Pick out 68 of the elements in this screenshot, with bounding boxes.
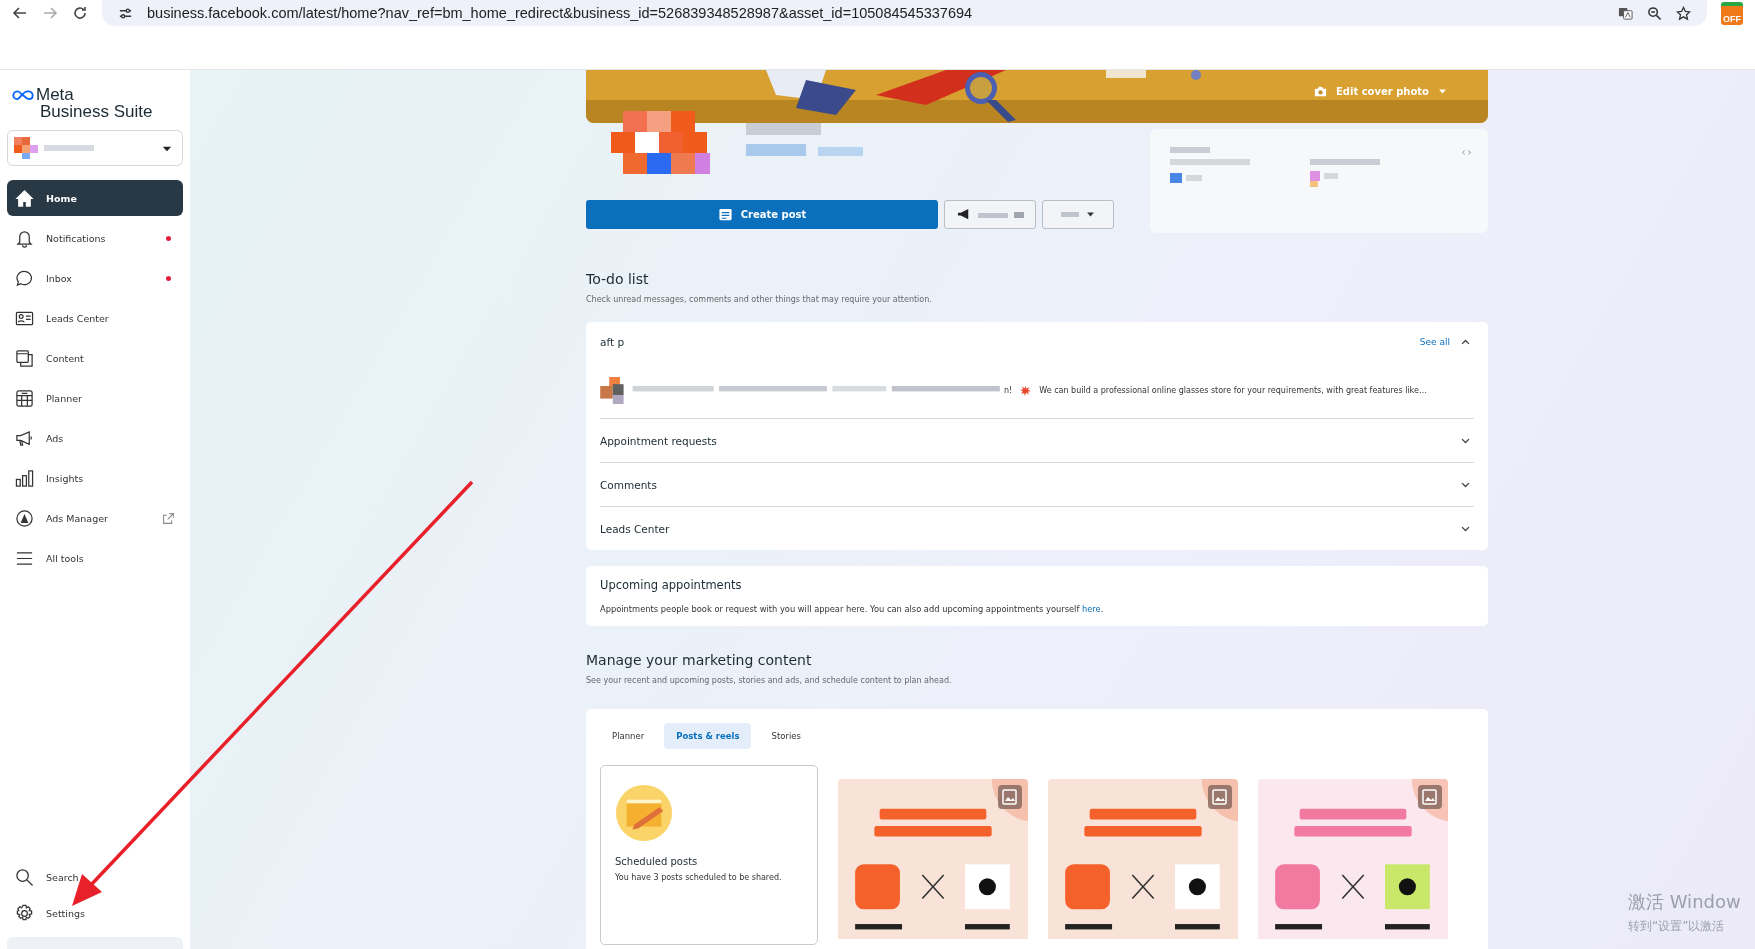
accordion-row[interactable]: Leads Center bbox=[600, 507, 1474, 550]
account-switcher[interactable] bbox=[7, 130, 183, 166]
section-subtitle: See your recent and upcoming posts, stories and ads, and schedule content to plan ahead. bbox=[586, 676, 953, 685]
see-all-link[interactable]: See all bbox=[1419, 337, 1450, 347]
nav-item[interactable]: Home bbox=[7, 180, 183, 216]
address-bar[interactable]: business.facebook.com/latest/home?nav_ref=bm_home_redirect&business_id=526839348528987&asset_id=105084545337694 bbox=[102, 0, 1707, 26]
nav-item[interactable]: Settings bbox=[7, 895, 183, 931]
pixelated-redaction bbox=[977, 211, 1024, 218]
nav-item[interactable]: Search bbox=[7, 859, 183, 895]
reload-icon[interactable] bbox=[72, 5, 88, 21]
nav-item[interactable]: Ads bbox=[7, 420, 183, 456]
image-icon bbox=[1208, 785, 1232, 809]
logo-text: Meta bbox=[36, 86, 74, 103]
section-title: To-do list bbox=[586, 271, 650, 287]
nav-item[interactable]: Ads Manager bbox=[7, 500, 183, 536]
redacted-button[interactable] bbox=[944, 200, 1036, 229]
image-icon bbox=[998, 785, 1022, 809]
settings-icon bbox=[15, 903, 34, 923]
nav-item[interactable]: Notifications bbox=[7, 220, 183, 256]
nav-item[interactable]: Leads Center bbox=[7, 300, 183, 336]
caret-icon bbox=[1437, 86, 1448, 97]
zoom-icon[interactable] bbox=[1647, 5, 1662, 21]
tab[interactable]: Planner bbox=[600, 723, 657, 749]
pencil-on-page-icon bbox=[615, 784, 673, 842]
activation-notice-title: 激活 Window bbox=[1628, 890, 1742, 914]
post-icon bbox=[717, 207, 733, 222]
nav-item[interactable]: Planner bbox=[7, 380, 183, 416]
burst-icon bbox=[1020, 384, 1032, 396]
card-text: You have 3 posts scheduled to be shared. bbox=[615, 873, 783, 882]
nav-item[interactable]: Content bbox=[7, 340, 183, 376]
nav-item[interactable]: Insights bbox=[7, 460, 183, 496]
card-title: Upcoming appointments bbox=[600, 578, 743, 592]
back-icon[interactable] bbox=[12, 5, 28, 21]
bar-chart-icon bbox=[15, 468, 34, 488]
image-icon bbox=[1418, 785, 1442, 809]
megaphone-icon bbox=[15, 428, 34, 448]
create-post-button[interactable]: Create post bbox=[586, 200, 938, 229]
activation-notice-text: 转到“设置”以激活 bbox=[1628, 918, 1726, 935]
card-title: Scheduled posts bbox=[615, 856, 699, 867]
logo-subtitle: Business Suite bbox=[39, 103, 154, 120]
infinity-logo-icon bbox=[12, 88, 34, 101]
pixelated-redaction bbox=[1060, 212, 1079, 217]
draft-text-fragment: n! bbox=[1004, 385, 1013, 395]
nav-item[interactable]: All tools bbox=[7, 540, 183, 576]
translate-icon[interactable] bbox=[1618, 5, 1633, 21]
nav-item[interactable]: Inbox bbox=[7, 260, 183, 296]
here-link[interactable]: here bbox=[1081, 604, 1101, 614]
caret-icon bbox=[1084, 209, 1096, 220]
star-icon[interactable] bbox=[1676, 5, 1691, 21]
section-title: Manage your marketing content bbox=[586, 652, 813, 668]
search-icon bbox=[15, 867, 34, 887]
draft-section-label: aft p bbox=[600, 336, 625, 348]
tab[interactable]: Posts & reels bbox=[664, 723, 752, 749]
draft-post-text: We can build a professional online glasses store for your requirements, with great features like… bbox=[1039, 385, 1427, 395]
section-subtitle: Check unread messages, comments and other things that may require your attention. bbox=[586, 295, 933, 304]
url-text: business.facebook.com/latest/home?nav_ref=bm_home_redirect&business_id=526839348528987&asset_id=105084545337694 bbox=[147, 5, 973, 21]
appointments-text: Appointments people book or request with you will appear here. You can also add upcoming appointments yourself here. bbox=[600, 604, 1105, 614]
scheduled-posts-card[interactable]: Scheduled posts You have 3 posts scheduled to be shared. bbox=[600, 765, 818, 945]
accordion-row[interactable]: Appointment requests bbox=[600, 419, 1474, 463]
bell-icon bbox=[15, 228, 34, 248]
home-icon bbox=[15, 188, 34, 208]
accordion-row[interactable]: Comments bbox=[600, 463, 1474, 507]
calendar-icon bbox=[15, 388, 34, 408]
draft-post-row[interactable]: n! We can build a professional online glasses store for your requirements, with great features like… bbox=[600, 362, 1474, 419]
stacked-pages-icon bbox=[15, 348, 34, 368]
speech-bubble-icon bbox=[15, 268, 34, 288]
tab[interactable]: Stories bbox=[759, 723, 813, 749]
camera-icon bbox=[1313, 84, 1328, 99]
